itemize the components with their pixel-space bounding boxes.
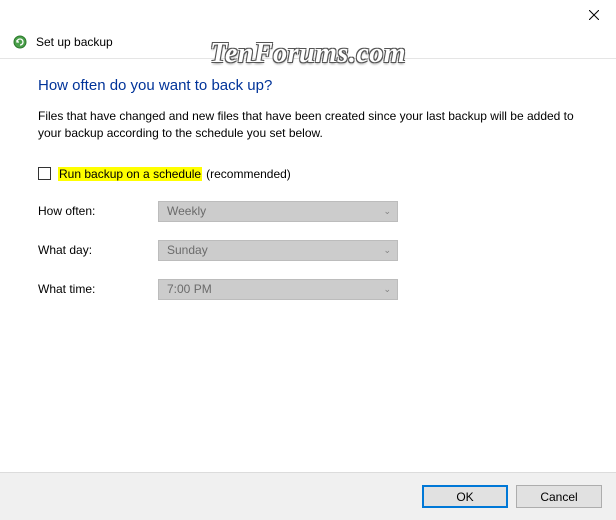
schedule-checkbox-label-highlighted: Run backup on a schedule [58,167,202,181]
chevron-down-icon: ⌄ [383,284,391,295]
schedule-checkbox[interactable] [38,167,51,180]
page-heading: How often do you want to back up? [38,77,578,94]
backup-icon [12,34,28,50]
how-often-label: How often: [38,204,158,218]
titlebar [0,0,616,30]
window-header: Set up backup [0,30,616,58]
what-day-label: What day: [38,243,158,257]
what-day-dropdown[interactable]: Sunday ⌄ [158,240,398,261]
ok-button[interactable]: OK [422,485,508,508]
schedule-checkbox-label-suffix: (recommended) [206,167,291,181]
dialog-footer: OK Cancel [0,472,616,520]
what-day-value: Sunday [167,243,208,257]
what-time-row: What time: 7:00 PM ⌄ [38,279,578,300]
content-area: How often do you want to back up? Files … [0,59,616,300]
what-time-value: 7:00 PM [167,282,212,296]
window-title: Set up backup [36,35,113,49]
page-description: Files that have changed and new files th… [38,108,578,143]
close-icon [589,10,599,20]
schedule-checkbox-row[interactable]: Run backup on a schedule (recommended) [38,167,578,181]
cancel-button[interactable]: Cancel [516,485,602,508]
chevron-down-icon: ⌄ [383,206,391,217]
how-often-value: Weekly [167,204,206,218]
what-time-dropdown[interactable]: 7:00 PM ⌄ [158,279,398,300]
how-often-row: How often: Weekly ⌄ [38,201,578,222]
what-time-label: What time: [38,282,158,296]
chevron-down-icon: ⌄ [383,245,391,256]
how-often-dropdown[interactable]: Weekly ⌄ [158,201,398,222]
what-day-row: What day: Sunday ⌄ [38,240,578,261]
close-button[interactable] [571,0,616,30]
